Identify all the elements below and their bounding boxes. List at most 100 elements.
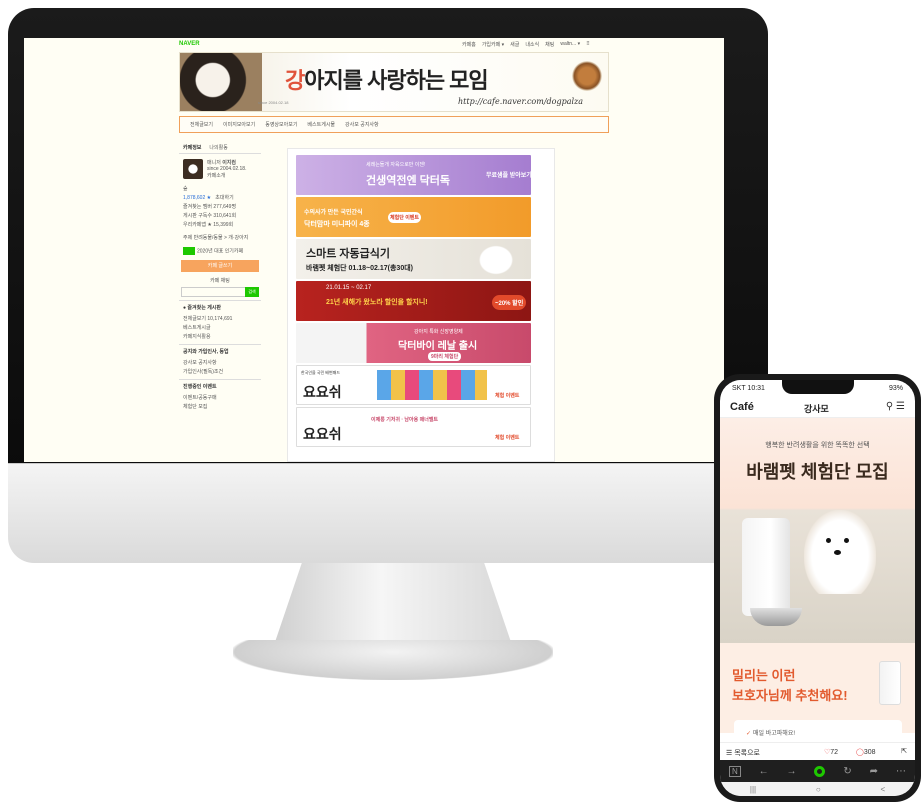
board-link[interactable]: 강사모 공지사항 [179,358,261,367]
menu-all-posts[interactable]: 전체글보기 [190,121,213,128]
notice-heading: 공지와 가입인사, 등업 [179,344,261,358]
top-link-joined[interactable]: 가입카페 ▾ [482,41,504,48]
puppy-photo [180,53,262,111]
manager-profile: 매니저 이지컴 since 2004.02.18. 카페소개 [179,154,261,184]
ad-banner-drdog[interactable]: 세레는들개 자육으로만 이젠! 건생역전엔 닥터독 무료샘플 받아보기 [296,155,531,195]
phone-screen: SKT 10:31 93% Café 강사모 ⚲ ☰ 행복한 반려생활을 위한 … [720,380,915,796]
top-link-account[interactable]: waltn... ▾ [560,41,580,48]
feeder-bowl-image [750,608,802,626]
search-icon[interactable]: ⚲ [886,401,893,412]
top-link-cafe-home[interactable]: 카페홈 [462,41,476,48]
board-link[interactable]: 전체글보기 10,174,691 [179,314,261,323]
ad-title: 닥터맘마 미니파이 4종 [304,221,370,228]
fav-boards-heading: ● 즐겨찾는 게시판 [179,300,261,314]
sidebar-search-input[interactable]: 검색 [181,287,259,297]
monitor-stand-base [233,640,553,680]
cafe-sidebar: 카페정보 나의활동 매니저 이지컴 since 2004.02.18. 카페소개… [179,142,261,462]
sidebar-tabs: 카페정보 나의활동 [179,142,261,154]
fox-dog-photo [572,61,602,91]
title-part: 하는 [405,68,450,93]
cafe-intro-link[interactable]: 카페소개 [207,172,246,179]
desktop-screen: NAVER 카페홈 가입카페 ▾ 새글 내소식 채팅 waltn... ▾ ⠿ … [24,38,724,462]
cafe-category: 주제 반려동물/동물 > 개·강아지 [183,235,249,241]
promo-hero[interactable]: 행복한 반려생활을 위한 똑똑한 선택 바램펫 체험단 모집 [720,418,915,643]
tab-cafe-info[interactable]: 카페정보 [183,144,201,151]
top-link-chat[interactable]: 채팅 [545,41,554,48]
cafe-menu: 전체글보기 이미지모아보기 동영상모아보기 베스트게시물 강사모 공지사항 [179,116,609,133]
share-icon[interactable]: ⇱ [901,747,907,755]
home-icon[interactable] [814,765,826,777]
menu-notice[interactable]: 강사모 공지사항 [345,121,379,128]
auto-feeder-image [742,518,790,616]
menu-images[interactable]: 이미지모아보기 [223,121,255,128]
list-label: 목록으로 [734,750,760,757]
menu-icon[interactable]: ☰ [896,401,905,412]
recommend-line-1: 밀리는 이런 [732,668,796,683]
cafe-logo[interactable]: Café [730,401,754,413]
invite-link[interactable]: 초대하기 [215,195,233,201]
ad-banner-yoyoshi-pad[interactable]: 한국인을 국민 배변패드 요요쉬 체험 이벤트 [296,365,531,405]
banner-since: since 2004.02.18 [258,100,289,105]
title-part: 강 [285,68,305,93]
ad-banner-yoyoshi-diaper[interactable]: 요요쉬 이제롱 기저귀 · 남아용 매너벨트 체험 이벤트 [296,407,531,447]
board-link[interactable]: 가입인사(필독)조건 [179,367,261,376]
header-icons: ⚲ ☰ [886,401,905,412]
tab-my-activity[interactable]: 나의활동 [209,144,227,151]
desktop-monitor: NAVER 카페홈 가입카페 ▾ 새글 내소식 채팅 waltn... ▾ ⠿ … [8,8,768,680]
refresh-icon[interactable]: ↻ [843,766,851,777]
award-line: 2020년 대표 인기카페 [179,246,261,256]
ad-banner-drmamma[interactable]: 수의사가 만든 국민간식 닥터맘마 미니파이 4종 체험단 이벤트 [296,197,531,237]
write-post-button[interactable]: 카페 글쓰기 [181,260,259,272]
hero-title: 바램펫 체험단 모집 [746,462,889,482]
ad-banner-newyear-sale[interactable]: 21.01.15 ~ 02.17 21년 새해가 왔노라 할인을 할지니! ~2… [296,281,531,321]
ad-cta: 체험 이벤트 [495,393,520,399]
naver-logo[interactable]: NAVER [179,41,200,47]
battery-level: 93% [888,385,903,392]
post-action-bar: ☰ 목록으로 ♡72 ◯308 ⇱ [720,742,915,760]
ad-sub: 21.01.15 ~ 02.17 [326,285,372,291]
cafe-banner[interactable]: since 2004.02.18 강아지를 사랑하는 모임 http://caf… [179,52,609,112]
avatar[interactable] [183,159,203,179]
cafe-grade: 숲 [183,186,188,192]
share-arrow-icon[interactable]: ➦ [870,766,878,777]
comment-count: 308 [863,749,876,756]
member-count-value[interactable]: 1,878,602 ★ [183,195,211,201]
recent-apps-icon[interactable]: ||| [750,785,756,794]
like-button[interactable]: ♡72 [824,748,838,756]
ad-title: 닥터바이 레날 출시 [398,341,478,352]
back-arrow-icon[interactable]: ← [759,766,769,777]
award-text: 2020년 대표 인기카페 [197,248,244,255]
stat-line: 즐겨찾는 멤버 277,649명 [183,204,237,210]
cafe-chat-link[interactable]: 카페 채팅 [179,276,261,285]
ad-cta: 무료샘플 받아보기 [486,173,531,179]
stat-line: 우리카페앱 ★ 15,399회 [183,222,234,228]
menu-best[interactable]: 베스트게시물 [307,121,335,128]
comment-button[interactable]: ◯308 [856,748,876,756]
board-link[interactable]: 카페지식활용 [179,332,261,341]
status-time: SKT 10:31 [732,385,765,392]
list-button[interactable]: ☰ 목록으로 [726,748,760,758]
board-link[interactable]: 체험단 모집 [179,402,261,411]
back-button-icon[interactable]: < [880,785,885,794]
board-link[interactable]: 베스트게시글 [179,323,261,332]
ad-sub: 수의사가 만든 국민간식 [304,210,363,216]
mobile-cafe-title[interactable]: 강사모 [804,402,829,415]
more-icon[interactable]: ⋯ [896,766,906,777]
dog-eye [844,538,849,543]
search-button[interactable]: 검색 [245,287,259,297]
home-button-icon[interactable]: ○ [816,785,821,794]
ad-cta: 9마리 체험단 [428,352,462,361]
menu-videos[interactable]: 동영상모아보기 [265,121,297,128]
mobile-phone: SKT 10:31 93% Café 강사모 ⚲ ☰ 행복한 반려생활을 위한 … [714,374,921,802]
naver-n-icon[interactable]: N [728,765,741,777]
board-link[interactable]: 이벤트/공동구매 [179,393,261,402]
apps-grid-icon[interactable]: ⠿ [586,41,590,48]
ad-banner-renal[interactable]: 강아지 특화 신장영양제 닥터바이 레날 출시 9마리 체험단 [296,323,531,363]
checklist-text: 매일 바고파해요! [753,731,796,737]
top-link-new[interactable]: 새글 [510,41,519,48]
ad-cta: ~20% 할인 [492,295,527,310]
forward-arrow-icon[interactable]: → [787,766,797,777]
ad-sub: 이제롱 기저귀 · 남아용 매너벨트 [371,417,439,423]
top-link-news[interactable]: 내소식 [525,41,539,48]
ad-banner-feeder[interactable]: 스마트 자동급식기 바램펫 체험단 01.18~02.17(총30대) [296,239,531,279]
